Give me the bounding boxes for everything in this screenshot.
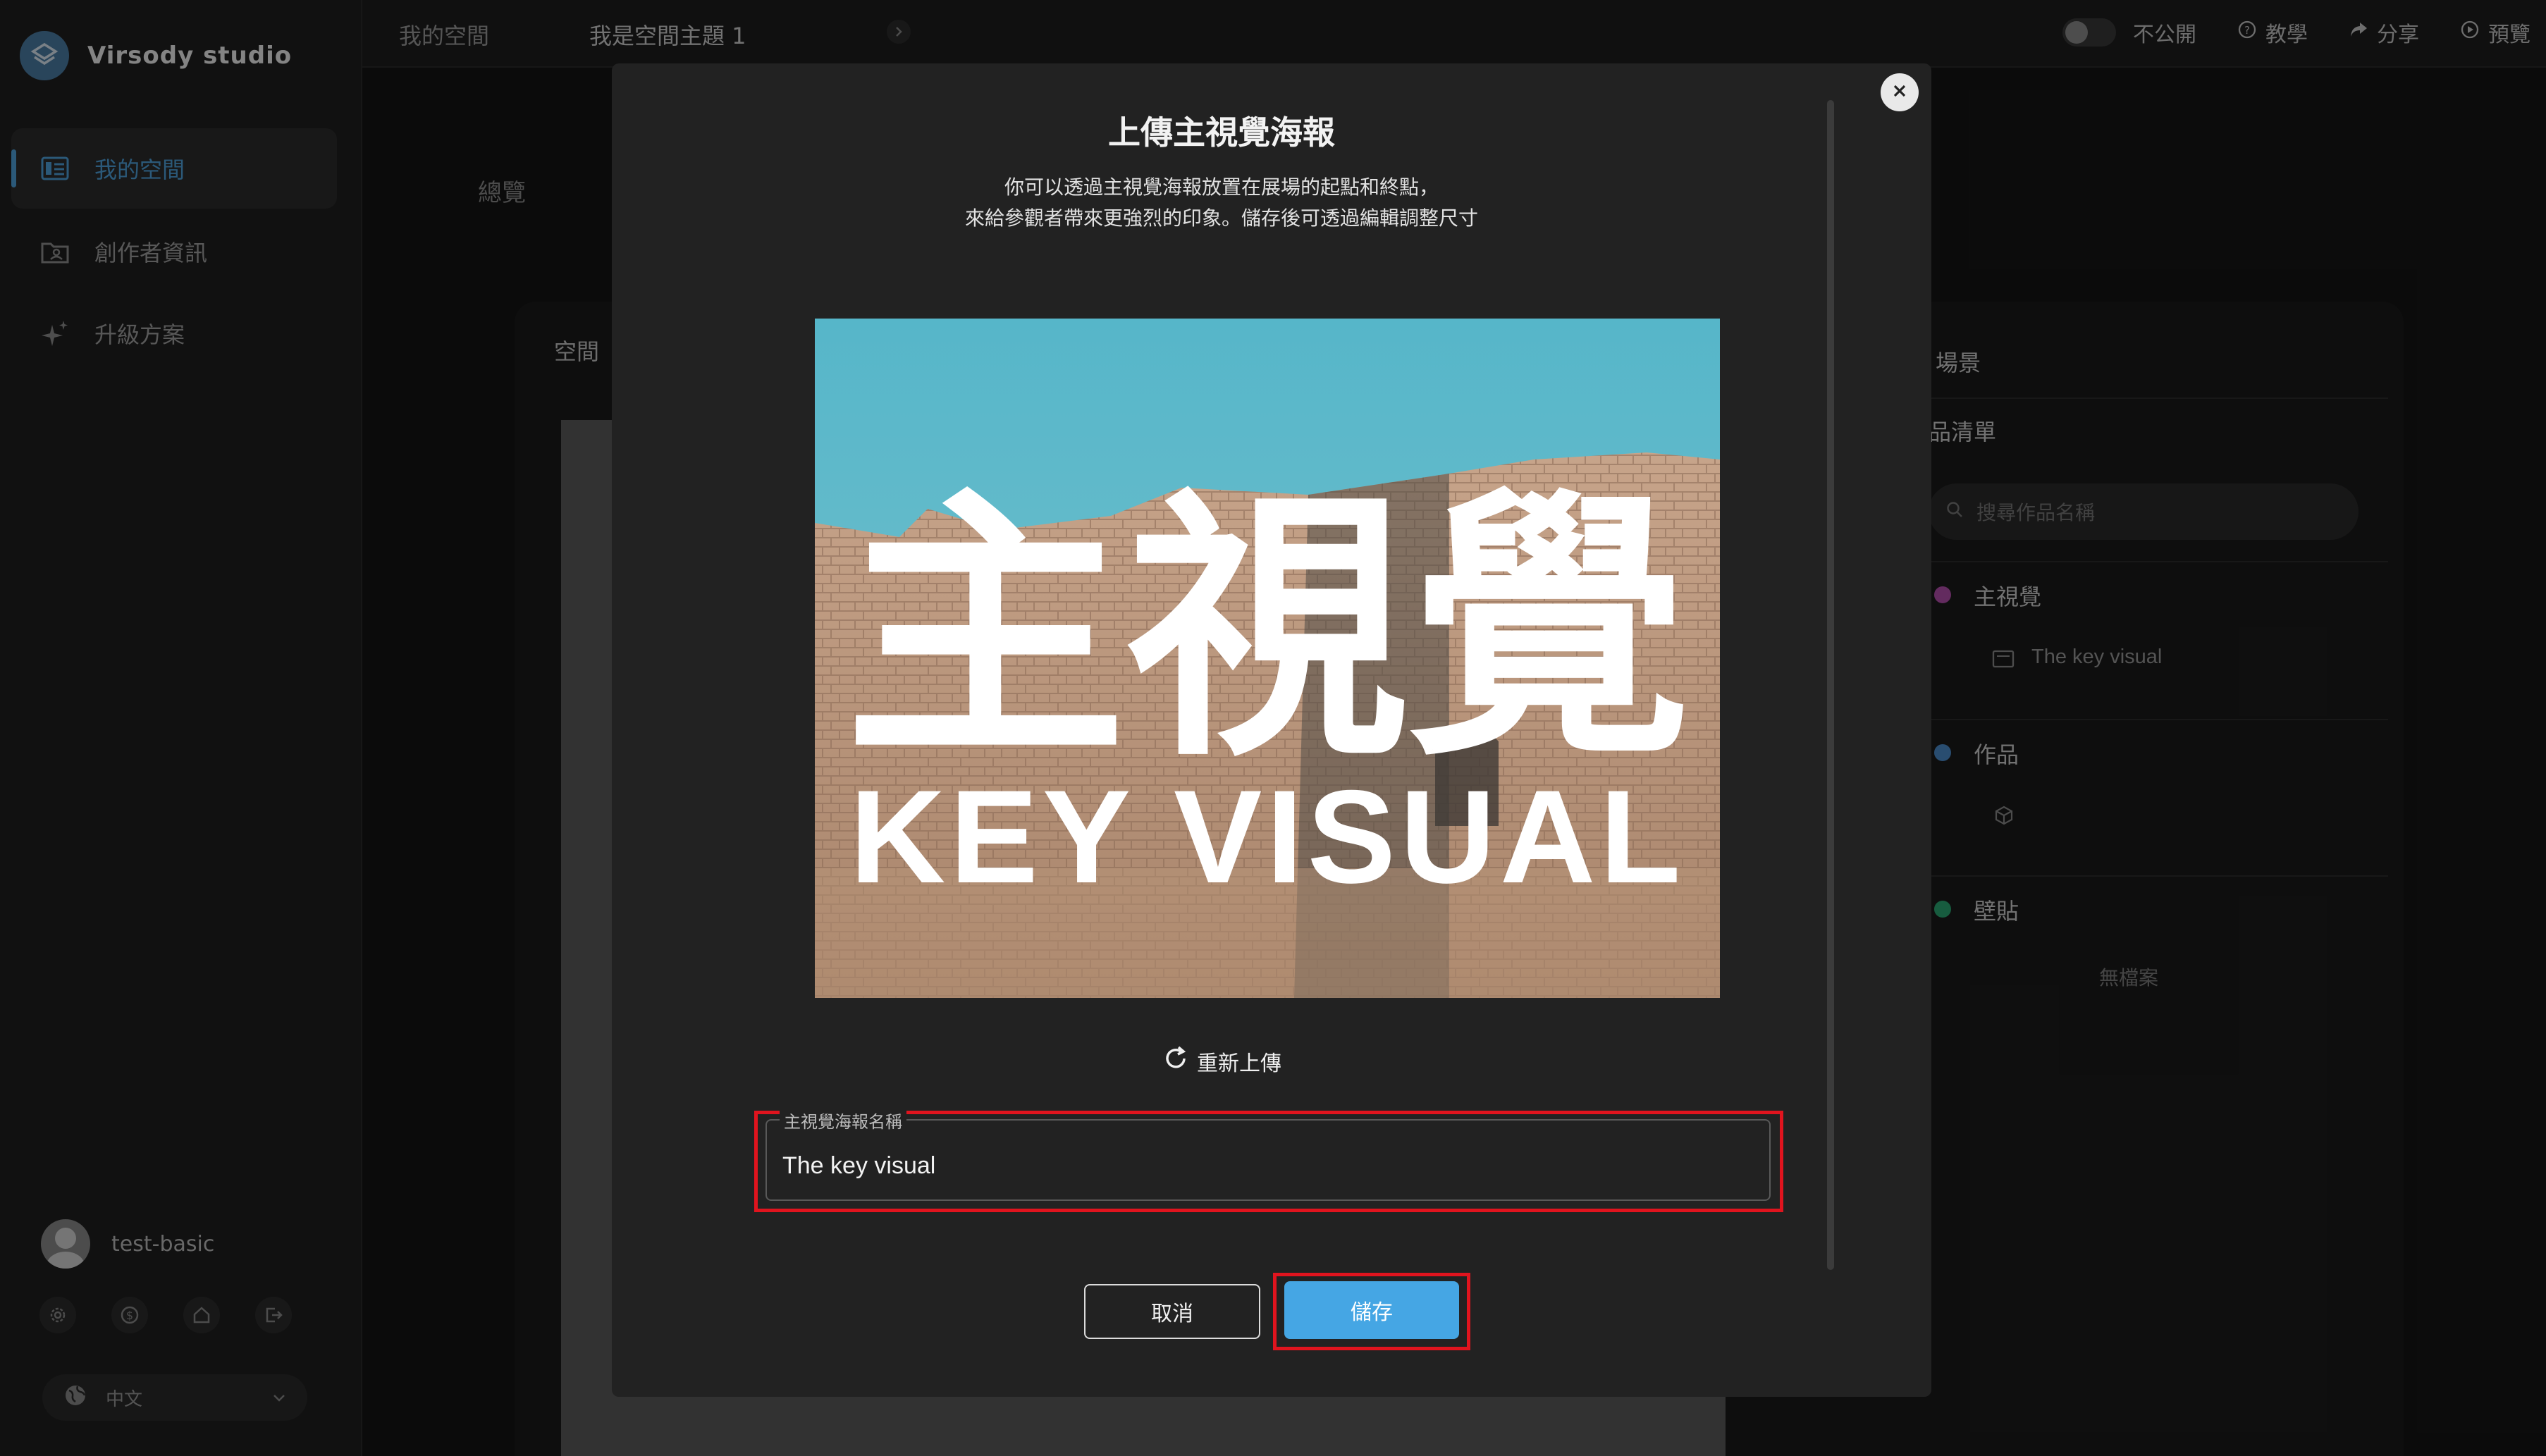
poster-subhead: KEY VISUAL xyxy=(850,763,1685,911)
poster-headline: 主視覺 xyxy=(844,467,1690,794)
cancel-button[interactable]: 取消 xyxy=(1084,1284,1260,1339)
scrollbar[interactable] xyxy=(1827,100,1834,1270)
poster-name-field[interactable]: 主視覺海報名稱 xyxy=(765,1108,1771,1201)
reupload-button[interactable]: 重新上傳 xyxy=(612,1044,1831,1078)
upload-key-visual-modal: 上傳主視覺海報 你可以透過主視覺海報放置在展場的起點和終點， 來給參觀者帶來更強… xyxy=(612,63,1931,1397)
reupload-label: 重新上傳 xyxy=(1197,1051,1281,1076)
modal-title: 上傳主視覺海報 xyxy=(1108,113,1335,152)
close-icon xyxy=(1891,82,1908,102)
close-button[interactable] xyxy=(1881,73,1919,111)
poster-name-input[interactable] xyxy=(767,1121,1769,1199)
modal-description-line-2: 來給參觀者帶來更強烈的印象。儲存後可透過編輯調整尺寸 xyxy=(964,206,1478,230)
refresh-icon xyxy=(1162,1044,1190,1078)
key-visual-poster: 主視覺 KEY VISUAL xyxy=(815,319,1720,998)
save-button[interactable]: 儲存 xyxy=(1284,1281,1459,1339)
modal-description-line-1: 你可以透過主視覺海報放置在展場的起點和終點， xyxy=(1004,175,1439,199)
